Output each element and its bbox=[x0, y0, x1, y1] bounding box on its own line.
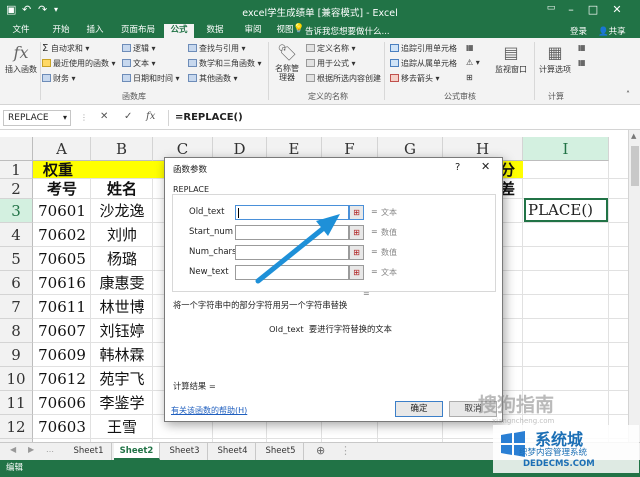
arrow-shaft bbox=[255, 224, 328, 284]
site-watermark-domain: DEDECMS.COM bbox=[523, 459, 595, 469]
site-watermark-label: 织梦内容管理系统 bbox=[519, 448, 588, 458]
sogou-watermark: 搜狗指南 bbox=[478, 394, 555, 416]
sogou-watermark-domain: xiangncheng.com bbox=[492, 417, 555, 425]
